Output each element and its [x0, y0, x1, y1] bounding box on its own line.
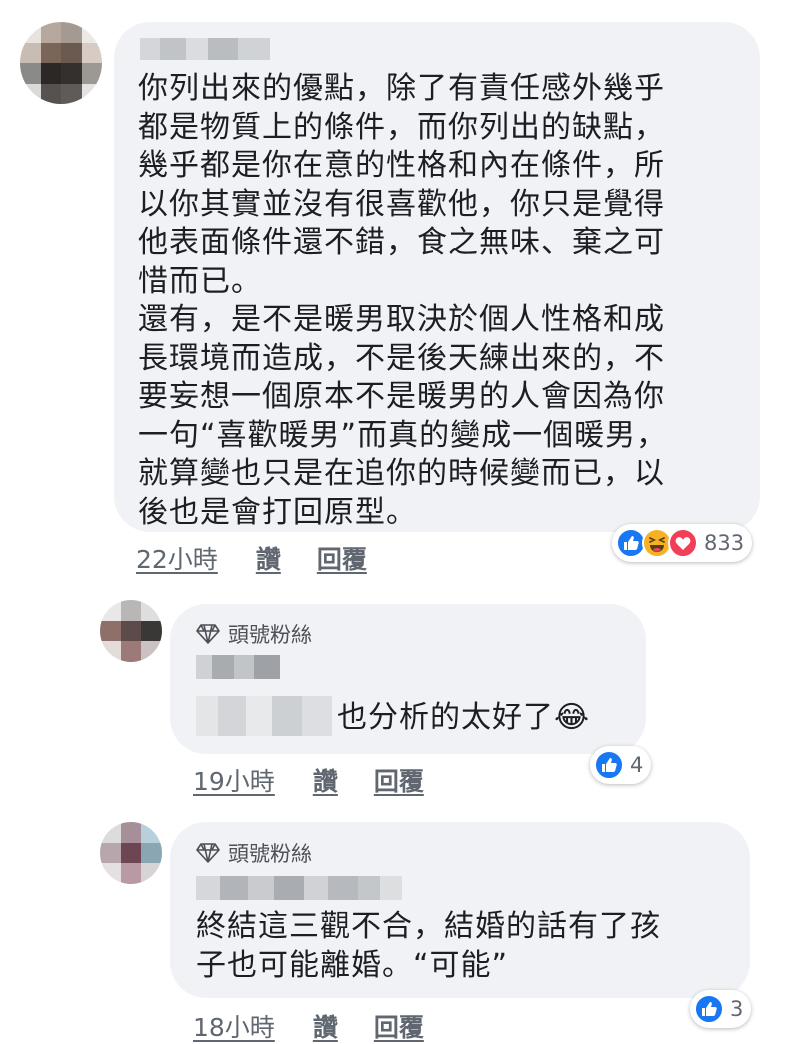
blurred-commenter-name[interactable] — [140, 38, 270, 60]
top-fan-badge[interactable]: 頭號粉絲 — [196, 619, 312, 649]
blurred-commenter-name[interactable] — [196, 655, 280, 679]
comment-meta: 22小時 讚 回覆 — [136, 540, 367, 576]
top-fan-badge[interactable]: 頭號粉絲 — [196, 838, 312, 868]
diamond-icon — [196, 624, 220, 644]
blurred-commenter-name[interactable] — [196, 876, 402, 900]
comment-text: 也分析的太好了😂 — [337, 700, 591, 735]
reaction-summary[interactable]: 833 — [612, 524, 753, 562]
love-icon — [668, 528, 698, 558]
like-icon — [694, 994, 724, 1024]
comment-meta: 18小時 讚 回覆 — [193, 1008, 424, 1044]
commenter-avatar[interactable] — [100, 822, 162, 884]
timestamp-link[interactable]: 19小時 — [193, 762, 275, 798]
timestamp-link[interactable]: 22小時 — [136, 540, 218, 576]
commenter-avatar[interactable] — [100, 600, 162, 662]
reply-button[interactable]: 回覆 — [317, 540, 367, 576]
reply-button[interactable]: 回覆 — [374, 1008, 424, 1044]
like-button[interactable]: 讚 — [313, 762, 338, 798]
comment-meta: 19小時 讚 回覆 — [193, 762, 424, 798]
like-button[interactable]: 讚 — [313, 1008, 338, 1044]
commenter-avatar[interactable] — [20, 22, 102, 104]
comment-text: 你列出來的優點，除了有責任感外幾乎 都是物質上的條件，而你列出的缺點， 幾乎都是… — [138, 71, 668, 530]
reply-button[interactable]: 回覆 — [374, 762, 424, 798]
like-button[interactable]: 讚 — [256, 540, 281, 576]
like-icon — [594, 750, 624, 780]
blurred-mention[interactable] — [196, 696, 332, 736]
reaction-summary[interactable]: 4 — [590, 746, 652, 784]
reaction-summary[interactable]: 3 — [690, 990, 752, 1028]
reaction-count: 3 — [730, 997, 744, 1021]
reaction-count: 4 — [630, 753, 644, 777]
diamond-icon — [196, 843, 220, 863]
top-fan-label: 頭號粉絲 — [228, 842, 312, 866]
comment-text: 終結這三觀不合，結婚的話有了孩 子也可能離婚。“可能” — [196, 909, 661, 983]
top-fan-label: 頭號粉絲 — [228, 623, 312, 647]
timestamp-link[interactable]: 18小時 — [193, 1008, 275, 1044]
reaction-count: 833 — [704, 531, 745, 555]
